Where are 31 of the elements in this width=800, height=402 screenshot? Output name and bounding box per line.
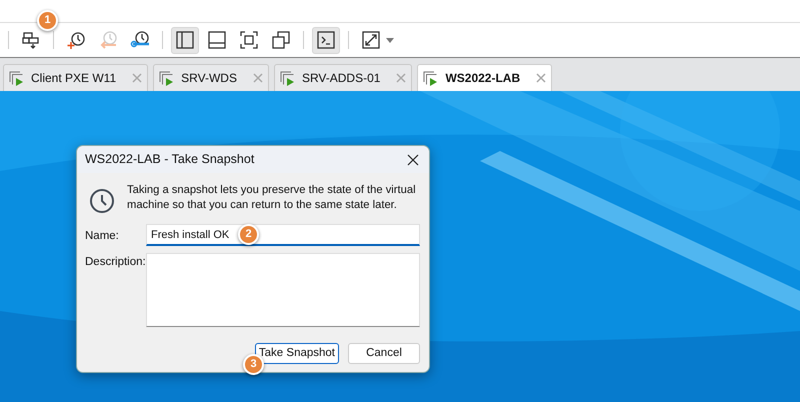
toolbar-button[interactable]: [171, 26, 199, 54]
vm-tab[interactable]: Client PXE W11: [3, 64, 148, 91]
dialog-button[interactable]: Take Snapshot: [254, 343, 339, 364]
tab-label: SRV-WDS: [181, 70, 237, 87]
clock-icon: [89, 188, 115, 214]
dialog-message: Taking a snapshot lets you preserve the state of the virtual machine so that you can return to the same state later.: [127, 183, 417, 213]
vm-tab[interactable]: WS2022-LAB: [417, 64, 552, 91]
description-field[interactable]: [146, 253, 420, 327]
tab-label: Client PXE W11: [31, 70, 116, 87]
sidebar-icon: [174, 29, 196, 51]
fullscreen-icon: [238, 29, 260, 51]
tab-label: SRV-ADDS-01: [302, 70, 380, 87]
vm-tab[interactable]: SRV-WDS: [153, 64, 269, 91]
vm-icon: [9, 70, 25, 86]
stretch-icon: [360, 29, 382, 51]
step-number-badge: 1: [37, 10, 58, 31]
name-label: Name:: [85, 229, 120, 244]
vm-tab[interactable]: SRV-ADDS-01: [274, 64, 412, 91]
dialog-button[interactable]: Cancel: [348, 343, 420, 364]
description-label: Description:: [85, 255, 146, 270]
dialog-title: WS2022-LAB - Take Snapshot: [85, 151, 254, 168]
vm-icon: [159, 70, 176, 86]
tab-label: WS2022-LAB: [445, 70, 520, 87]
bottom-panel-icon: [206, 29, 228, 51]
terminal-icon: [315, 29, 337, 51]
close-icon[interactable]: [407, 154, 419, 166]
vm-icon: [423, 70, 440, 86]
caret-icon: [386, 38, 394, 42]
overlapping-windows-icon: [270, 29, 292, 51]
vm-icon: [280, 70, 296, 86]
toolbar-button[interactable]: [312, 26, 340, 54]
